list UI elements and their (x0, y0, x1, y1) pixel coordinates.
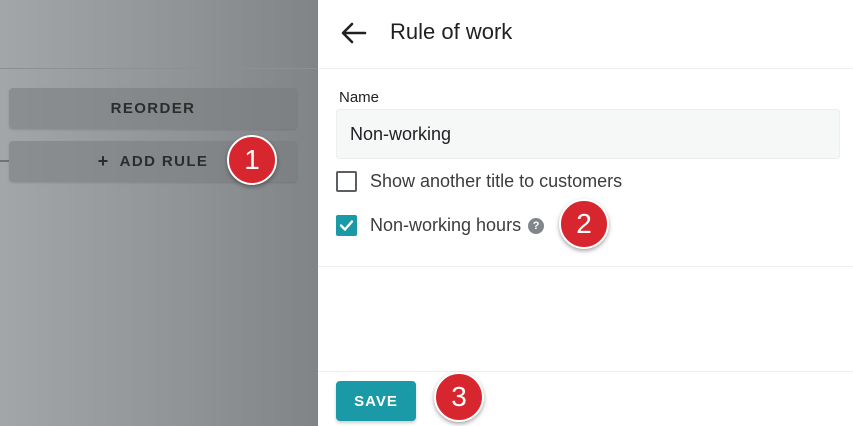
show-another-title-option[interactable]: Show another title to customers (336, 171, 622, 192)
name-field[interactable] (336, 109, 840, 159)
arrow-left-icon[interactable] (340, 19, 368, 47)
annotation-badge-2: 2 (559, 199, 609, 249)
annotation-badge-1: 1 (227, 135, 277, 185)
left-overlay-panel: REORDER + ADD RULE (0, 0, 318, 426)
non-working-hours-label: Non-working hours (370, 215, 522, 235)
reorder-button-label: REORDER (110, 100, 196, 117)
reorder-button[interactable]: REORDER (9, 88, 297, 129)
panel-header: Rule of work (318, 0, 853, 69)
section-divider (318, 266, 853, 267)
save-button[interactable]: SAVE (336, 381, 416, 421)
page-title: Rule of work (390, 19, 513, 44)
left-divider (0, 68, 318, 69)
annotation-badge-3: 3 (434, 372, 484, 422)
name-label: Name (339, 89, 380, 106)
plus-icon: + (97, 151, 110, 171)
non-working-hours-option[interactable]: Non-working hours ? (336, 215, 545, 236)
footer-divider (318, 371, 853, 372)
add-rule-button-label: ADD RULE (119, 153, 209, 170)
question-circle-icon[interactable]: ? (528, 217, 545, 234)
checkmark-icon (339, 220, 354, 231)
left-tick-mark (0, 160, 9, 162)
non-working-hours-checkbox[interactable] (336, 215, 357, 236)
show-another-title-label: Show another title to customers (370, 171, 623, 191)
show-another-title-checkbox[interactable] (336, 171, 357, 192)
